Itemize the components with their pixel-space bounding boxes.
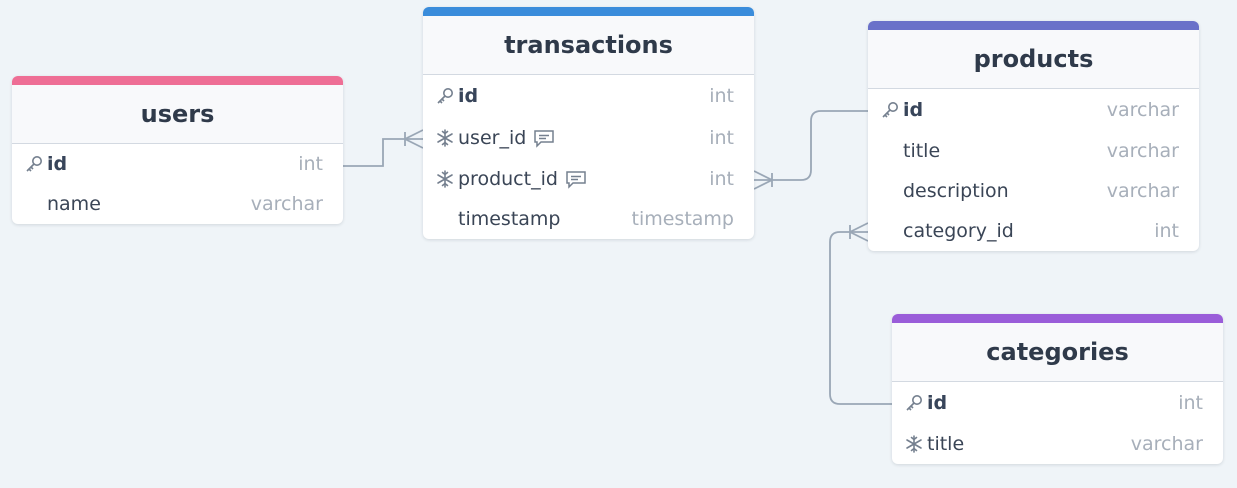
field-type: timestamp <box>631 208 735 230</box>
field-type: int <box>1178 392 1203 414</box>
transactions-products-link[interactable] <box>753 110 868 190</box>
snowflake-icon <box>437 170 453 188</box>
field-name: id <box>903 99 924 121</box>
field-type: int <box>709 85 734 107</box>
table-title: transactions <box>423 16 754 75</box>
field-type: varchar <box>1106 180 1179 202</box>
field-type: varchar <box>1106 140 1179 162</box>
field-row[interactable]: id int <box>423 75 754 117</box>
field-row[interactable]: title varchar <box>868 131 1199 171</box>
table-header-bar <box>12 76 343 85</box>
field-name: category_id <box>903 220 1014 242</box>
snowflake-icon <box>437 129 453 147</box>
field-type: varchar <box>250 193 323 215</box>
field-type: int <box>298 153 323 175</box>
key-icon <box>437 88 453 104</box>
field-name: description <box>903 180 1009 202</box>
table-categories[interactable]: categories id int title varchar <box>892 314 1223 464</box>
table-title: categories <box>892 323 1223 382</box>
field-row[interactable]: id int <box>12 144 343 184</box>
field-row[interactable]: product_id int <box>423 159 754 199</box>
field-type: varchar <box>1130 433 1203 455</box>
table-title: users <box>12 85 343 144</box>
comment-icon[interactable] <box>532 128 556 148</box>
field-name: id <box>458 85 479 107</box>
field-row[interactable]: description varchar <box>868 171 1199 211</box>
field-name: name <box>47 193 101 215</box>
snowflake-icon <box>906 435 922 453</box>
field-name: product_id <box>458 168 588 190</box>
key-icon <box>26 156 42 172</box>
table-header-bar <box>868 21 1199 30</box>
field-name: title <box>927 433 965 455</box>
field-type: varchar <box>1106 99 1179 121</box>
field-row[interactable]: id varchar <box>868 89 1199 131</box>
key-icon <box>906 395 922 411</box>
field-name: timestamp <box>458 208 561 230</box>
field-row[interactable]: category_id int <box>868 211 1199 251</box>
field-type: int <box>1154 220 1179 242</box>
field-row[interactable]: name varchar <box>12 184 343 224</box>
table-products[interactable]: products id varchar title varchar descri… <box>868 21 1199 251</box>
field-row[interactable]: id int <box>892 382 1223 424</box>
field-name: user_id <box>458 127 556 149</box>
field-row[interactable]: title varchar <box>892 424 1223 464</box>
field-type: int <box>709 127 734 149</box>
table-header-bar <box>892 314 1223 323</box>
field-type: int <box>709 168 734 190</box>
table-transactions[interactable]: transactions id int user_id int product_… <box>423 7 754 239</box>
field-row[interactable]: timestamp timestamp <box>423 199 754 239</box>
field-name: id <box>927 392 948 414</box>
field-name: title <box>903 140 941 162</box>
field-row[interactable]: user_id int <box>423 117 754 159</box>
comment-icon[interactable] <box>564 169 588 189</box>
table-users[interactable]: users id int name varchar <box>12 76 343 224</box>
field-name-text: user_id <box>458 127 527 149</box>
field-name: id <box>47 153 68 175</box>
table-header-bar <box>423 7 754 16</box>
users-transactions-link[interactable] <box>343 129 424 167</box>
table-title: products <box>868 30 1199 89</box>
key-icon <box>882 102 898 118</box>
field-name-text: product_id <box>458 168 558 190</box>
